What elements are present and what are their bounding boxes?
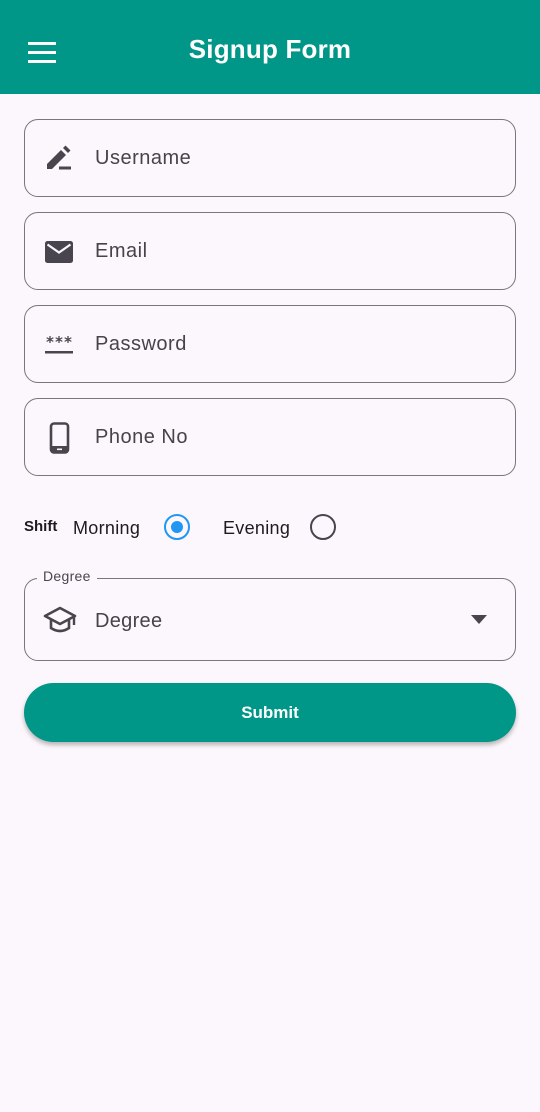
username-input[interactable] <box>95 138 495 178</box>
graduation-cap-icon <box>43 606 77 633</box>
page-title: Signup Form <box>188 34 352 64</box>
chevron-down-icon <box>471 615 487 624</box>
shift-label: Shift <box>24 518 58 535</box>
edit-pen-icon <box>47 145 71 170</box>
password-input[interactable] <box>95 324 495 364</box>
morning-label[interactable]: Morning <box>73 518 140 539</box>
email-input[interactable] <box>95 231 495 271</box>
degree-selected-value: Degree <box>95 610 163 632</box>
email-icon <box>45 241 73 263</box>
email-field-container <box>24 212 516 290</box>
svg-text:***: *** <box>45 333 72 351</box>
morning-radio[interactable] <box>164 514 190 540</box>
phone-field-container <box>24 398 516 476</box>
app-bar: Signup Form <box>0 0 540 94</box>
degree-floating-label: Degree <box>37 568 97 584</box>
submit-button[interactable]: Submit <box>24 683 516 742</box>
shift-radio-group: Shift Morning Evening <box>24 510 516 544</box>
password-icon: *** <box>45 333 73 354</box>
username-field-container <box>24 119 516 197</box>
phone-input[interactable] <box>95 417 495 457</box>
phone-icon <box>49 422 70 454</box>
password-field-container: *** <box>24 305 516 383</box>
evening-label[interactable]: Evening <box>223 518 290 539</box>
evening-radio[interactable] <box>310 514 336 540</box>
degree-dropdown[interactable]: Degree Degree <box>24 568 516 661</box>
